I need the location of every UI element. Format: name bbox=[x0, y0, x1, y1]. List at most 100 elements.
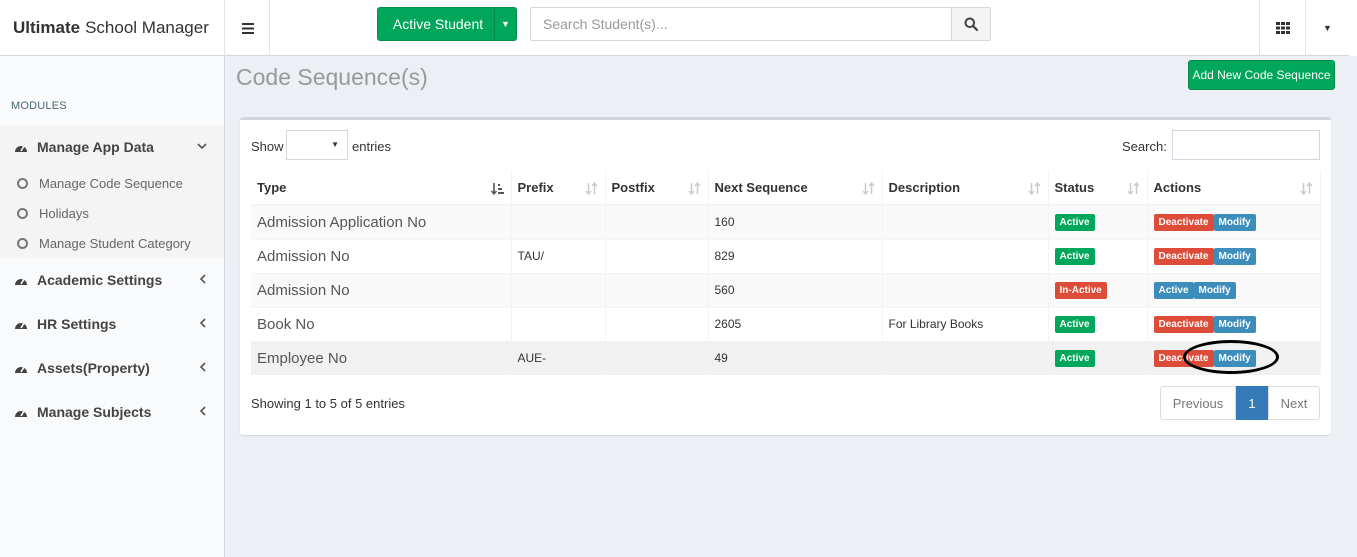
column-header-label: Postfix bbox=[611, 180, 655, 195]
cell-postfix bbox=[605, 204, 709, 239]
column-header-description[interactable]: Description bbox=[882, 171, 1049, 206]
sidebar-section-label: MODULES bbox=[11, 100, 67, 112]
chevron-down-icon bbox=[196, 140, 208, 152]
sort-asc-icon bbox=[490, 182, 504, 198]
cell-prefix: TAU/ bbox=[511, 238, 606, 273]
column-header-postfix[interactable]: Postfix bbox=[605, 171, 709, 206]
cell-prefix bbox=[511, 272, 606, 307]
sidebar: MODULES Manage App Data Manage Code Sequ… bbox=[0, 56, 225, 557]
circle-icon bbox=[17, 177, 28, 189]
cell-prefix: AUE- bbox=[511, 340, 606, 375]
sidebar-item-manage-app-data[interactable]: Manage App Data bbox=[0, 125, 224, 169]
sidebar-subitem-label: Manage Student Category bbox=[39, 235, 191, 251]
sort-icon bbox=[584, 181, 598, 198]
page-title: Code Sequence(s) bbox=[236, 64, 428, 90]
cell-postfix bbox=[605, 306, 709, 341]
cell-next-sequence: 2605 bbox=[708, 306, 883, 341]
search-button[interactable] bbox=[951, 7, 991, 41]
sidebar-subitem-manage-student-category[interactable]: Manage Student Category bbox=[0, 228, 224, 258]
cell-actions: Deactivate Modify bbox=[1147, 340, 1321, 375]
cell-actions: Deactivate Modify bbox=[1147, 306, 1321, 341]
sort-icon bbox=[861, 181, 875, 198]
deactivate-button[interactable]: Deactivate bbox=[1153, 349, 1214, 367]
status-badge: In-Active bbox=[1054, 281, 1107, 299]
table-search-label: Search: bbox=[1122, 139, 1167, 154]
sort-icon bbox=[1027, 181, 1041, 198]
status-badge: Active bbox=[1054, 315, 1095, 333]
cell-type: Admission No bbox=[251, 238, 512, 273]
cell-actions: Deactivate Modify bbox=[1147, 238, 1321, 273]
entries-length-select[interactable]: ▼ bbox=[286, 130, 348, 160]
modify-button[interactable]: Modify bbox=[1213, 247, 1256, 265]
table-row: Admission Application No 160 Active Deac… bbox=[251, 204, 1321, 239]
sidebar-subitem-holidays[interactable]: Holidays bbox=[0, 198, 224, 228]
sidebar-item-label: Manage App Data bbox=[37, 139, 154, 155]
cell-status: Active bbox=[1048, 238, 1148, 273]
sidebar-item-label: Manage Subjects bbox=[37, 404, 152, 420]
dashboard-icon bbox=[14, 273, 28, 287]
dashboard-icon bbox=[14, 317, 28, 331]
chevron-left-icon bbox=[196, 317, 208, 329]
modify-button[interactable]: Modify bbox=[1213, 349, 1256, 367]
sidebar-toggle-button[interactable] bbox=[226, 0, 270, 56]
app-brand[interactable]: Ultimate School Manager bbox=[0, 0, 225, 56]
status-badge: Active bbox=[1054, 247, 1095, 265]
caret-down-icon: ▼ bbox=[331, 140, 339, 149]
table-search-input[interactable] bbox=[1172, 130, 1320, 160]
table-row: Employee No AUE- 49 Active Deactivate Mod… bbox=[251, 340, 1321, 375]
chevron-left-icon bbox=[196, 405, 208, 417]
column-header-label: Prefix bbox=[517, 180, 554, 195]
dashboard-icon bbox=[14, 140, 28, 154]
cell-status: Active bbox=[1048, 306, 1148, 341]
caret-down-icon[interactable]: ▼ bbox=[494, 8, 516, 40]
column-header-label: Type bbox=[257, 180, 287, 195]
column-header-type[interactable]: Type bbox=[251, 171, 512, 206]
pagination-previous[interactable]: Previous bbox=[1160, 386, 1236, 420]
user-menu-dropdown[interactable]: ▼ bbox=[1305, 0, 1349, 56]
caret-down-icon: ▼ bbox=[1323, 23, 1332, 33]
pagination-page-1[interactable]: 1 bbox=[1236, 386, 1268, 420]
table-row: Admission No TAU/ 829 Active Deactivate M… bbox=[251, 238, 1321, 273]
table-header-row: Type Prefix Postfix Next Sequence Descri… bbox=[251, 171, 1321, 206]
add-code-sequence-button[interactable]: Add New Code Sequence bbox=[1188, 60, 1335, 90]
active-student-dropdown[interactable]: Active Student ▼ bbox=[377, 7, 517, 41]
status-badge: Active bbox=[1054, 349, 1095, 367]
column-header-label: Status bbox=[1054, 180, 1095, 195]
pagination-next[interactable]: Next bbox=[1268, 386, 1320, 420]
activate-button[interactable]: Active bbox=[1153, 281, 1194, 299]
column-header-prefix[interactable]: Prefix bbox=[511, 171, 606, 206]
sidebar-item-manage-subjects[interactable]: Manage Subjects bbox=[0, 390, 224, 434]
apps-grid-button[interactable] bbox=[1259, 0, 1305, 56]
modify-button[interactable]: Modify bbox=[1213, 213, 1256, 231]
deactivate-button[interactable]: Deactivate bbox=[1153, 315, 1214, 333]
cell-description bbox=[882, 272, 1049, 307]
cell-next-sequence: 829 bbox=[708, 238, 883, 273]
chevron-left-icon bbox=[196, 361, 208, 373]
cell-prefix bbox=[511, 204, 606, 239]
column-header-label: Actions bbox=[1153, 180, 1202, 195]
cell-next-sequence: 560 bbox=[708, 272, 883, 307]
sidebar-item-assets-property[interactable]: Assets(Property) bbox=[0, 346, 224, 390]
modify-button[interactable]: Modify bbox=[1213, 315, 1256, 333]
column-header-next-sequence[interactable]: Next Sequence bbox=[708, 171, 883, 206]
cell-status: Active bbox=[1048, 340, 1148, 375]
column-header-status[interactable]: Status bbox=[1048, 171, 1148, 206]
sidebar-subitem-manage-code-sequence[interactable]: Manage Code Sequence bbox=[0, 168, 224, 198]
sidebar-item-academic-settings[interactable]: Academic Settings bbox=[0, 258, 224, 302]
student-search-input[interactable] bbox=[530, 7, 952, 41]
code-sequence-table: Type Prefix Postfix Next Sequence Descri… bbox=[251, 171, 1321, 375]
cell-next-sequence: 160 bbox=[708, 204, 883, 239]
top-header: Ultimate School Manager Active Student ▼… bbox=[0, 0, 1357, 56]
column-header-actions[interactable]: Actions bbox=[1147, 171, 1321, 206]
cell-description bbox=[882, 340, 1049, 375]
modify-button[interactable]: Modify bbox=[1193, 281, 1236, 299]
status-badge: Active bbox=[1054, 213, 1095, 231]
sidebar-subitem-label: Manage Code Sequence bbox=[39, 175, 183, 191]
cell-postfix bbox=[605, 238, 709, 273]
scrollbar[interactable] bbox=[1349, 0, 1357, 56]
deactivate-button[interactable]: Deactivate bbox=[1153, 213, 1214, 231]
column-header-label: Description bbox=[888, 180, 961, 195]
circle-icon bbox=[17, 207, 28, 219]
sidebar-item-hr-settings[interactable]: HR Settings bbox=[0, 302, 224, 346]
deactivate-button[interactable]: Deactivate bbox=[1153, 247, 1214, 265]
